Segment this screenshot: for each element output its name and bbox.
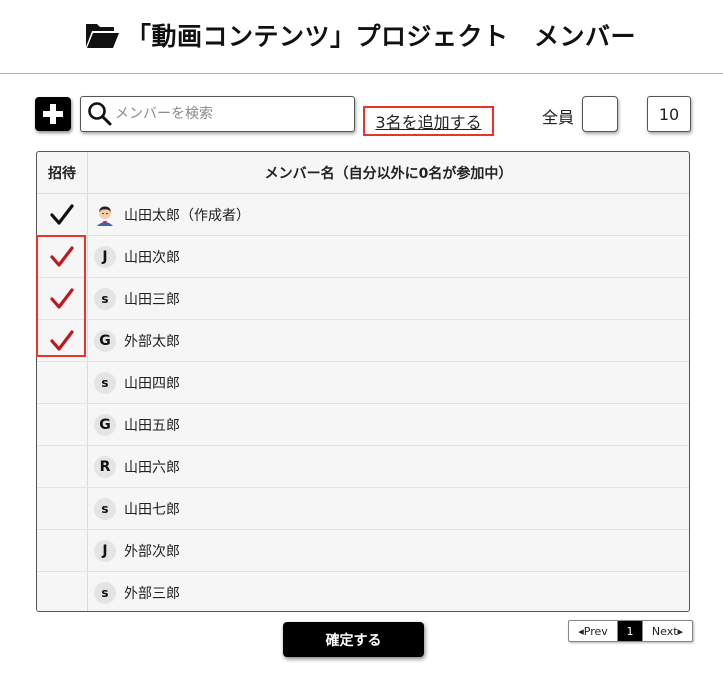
invite-checkbox[interactable] <box>37 446 88 487</box>
title-group: 「動画コンテンツ」プロジェクト メンバー <box>84 17 636 53</box>
current-page[interactable]: 1 <box>618 621 642 641</box>
checkmark-icon <box>50 245 74 267</box>
table-row: s 山田四郎 <box>37 362 689 404</box>
member-name: 山田七郎 <box>124 501 180 518</box>
table-body: 山田太郎（作成者） J 山田次郎 s 山田三郎 G 外部太郎 s 山田四郎 G 山田五郎 R 山田六郎 s… <box>37 194 689 611</box>
search-box <box>80 96 355 132</box>
avatar: G <box>94 329 116 352</box>
folder-open-icon <box>86 23 119 48</box>
invite-checkbox[interactable] <box>37 404 88 445</box>
member-name-cell: s 山田七郎 <box>88 488 689 529</box>
header-member-name: メンバー名（自分以外に0名が参加中） <box>264 165 513 182</box>
member-name-cell: s 山田四郎 <box>88 362 689 403</box>
invite-checkbox[interactable] <box>37 530 88 571</box>
member-name: 外部次郎 <box>124 543 180 560</box>
next-page-button[interactable]: Next▸ <box>642 621 692 641</box>
table-row: s 山田三郎 <box>37 278 689 320</box>
member-name-cell: G 外部太郎 <box>88 320 689 361</box>
avatar: s <box>94 371 116 394</box>
avatar: J <box>94 245 116 268</box>
avatar: J <box>94 539 116 562</box>
pagination: ◂Prev 1 Next▸ <box>568 620 693 642</box>
member-name: 山田四郎 <box>124 375 180 392</box>
search-icon <box>88 102 112 126</box>
table-row: G 山田五郎 <box>37 404 689 446</box>
select-all-checkbox[interactable] <box>582 96 618 132</box>
table-row: R 山田六郎 <box>37 446 689 488</box>
member-name-cell: s 外部三郎 <box>88 572 689 611</box>
checkmark-icon <box>50 329 74 351</box>
member-name-cell: R 山田六郎 <box>88 446 689 487</box>
invite-checkbox[interactable] <box>37 572 88 611</box>
add-member-button[interactable] <box>35 97 71 131</box>
member-name: 外部三郎 <box>124 585 180 602</box>
member-name: 山田太郎（作成者） <box>124 207 250 224</box>
table-row: G 外部太郎 <box>37 320 689 362</box>
confirm-button[interactable]: 確定する <box>283 622 424 657</box>
table-row: 山田太郎（作成者） <box>37 194 689 236</box>
member-name: 山田次郎 <box>124 249 180 266</box>
invite-checkbox[interactable] <box>37 320 88 361</box>
member-name: 山田六郎 <box>124 459 180 476</box>
member-table: 招待 メンバー名（自分以外に0名が参加中） 山田太郎（作成者） J 山田次郎 s 山田三… <box>36 151 690 612</box>
avatar: R <box>94 455 116 478</box>
table-header: 招待 メンバー名（自分以外に0名が参加中） <box>37 152 689 194</box>
checkmark-icon <box>50 287 74 309</box>
table-row: J 外部次郎 <box>37 530 689 572</box>
member-name-cell: s 山田三郎 <box>88 278 689 319</box>
member-name-cell: J 山田次郎 <box>88 236 689 277</box>
user-face-icon <box>94 204 116 226</box>
invite-checkbox[interactable] <box>37 194 88 235</box>
avatar: s <box>94 287 116 310</box>
member-name: 山田五郎 <box>124 417 180 434</box>
avatar: s <box>94 581 116 604</box>
table-row: s 外部三郎 <box>37 572 689 611</box>
invite-checkbox[interactable] <box>37 362 88 403</box>
page-title: 「動画コンテンツ」プロジェクト メンバー <box>126 22 637 51</box>
member-name-cell: J 外部次郎 <box>88 530 689 571</box>
avatar: G <box>94 413 116 436</box>
select-all-label: 全員 <box>542 108 575 127</box>
table-row: J 山田次郎 <box>37 236 689 278</box>
invite-checkbox[interactable] <box>37 278 88 319</box>
page-header: 「動画コンテンツ」プロジェクト メンバー <box>0 0 723 74</box>
plus-icon <box>43 104 63 124</box>
page-size-field[interactable]: 10 <box>647 96 691 132</box>
invite-checkbox[interactable] <box>37 236 88 277</box>
member-name: 外部太郎 <box>124 333 180 350</box>
member-name: 山田三郎 <box>124 291 180 308</box>
table-row: s 山田七郎 <box>37 488 689 530</box>
search-input[interactable] <box>113 98 347 130</box>
add-selected-link[interactable]: 3名を追加する <box>363 106 494 136</box>
member-name-cell: 山田太郎（作成者） <box>88 194 689 235</box>
header-invite: 招待 <box>37 152 88 193</box>
checkmark-icon <box>50 203 74 225</box>
member-name-cell: G 山田五郎 <box>88 404 689 445</box>
prev-page-button[interactable]: ◂Prev <box>569 621 618 641</box>
avatar: s <box>94 497 116 520</box>
invite-checkbox[interactable] <box>37 488 88 529</box>
